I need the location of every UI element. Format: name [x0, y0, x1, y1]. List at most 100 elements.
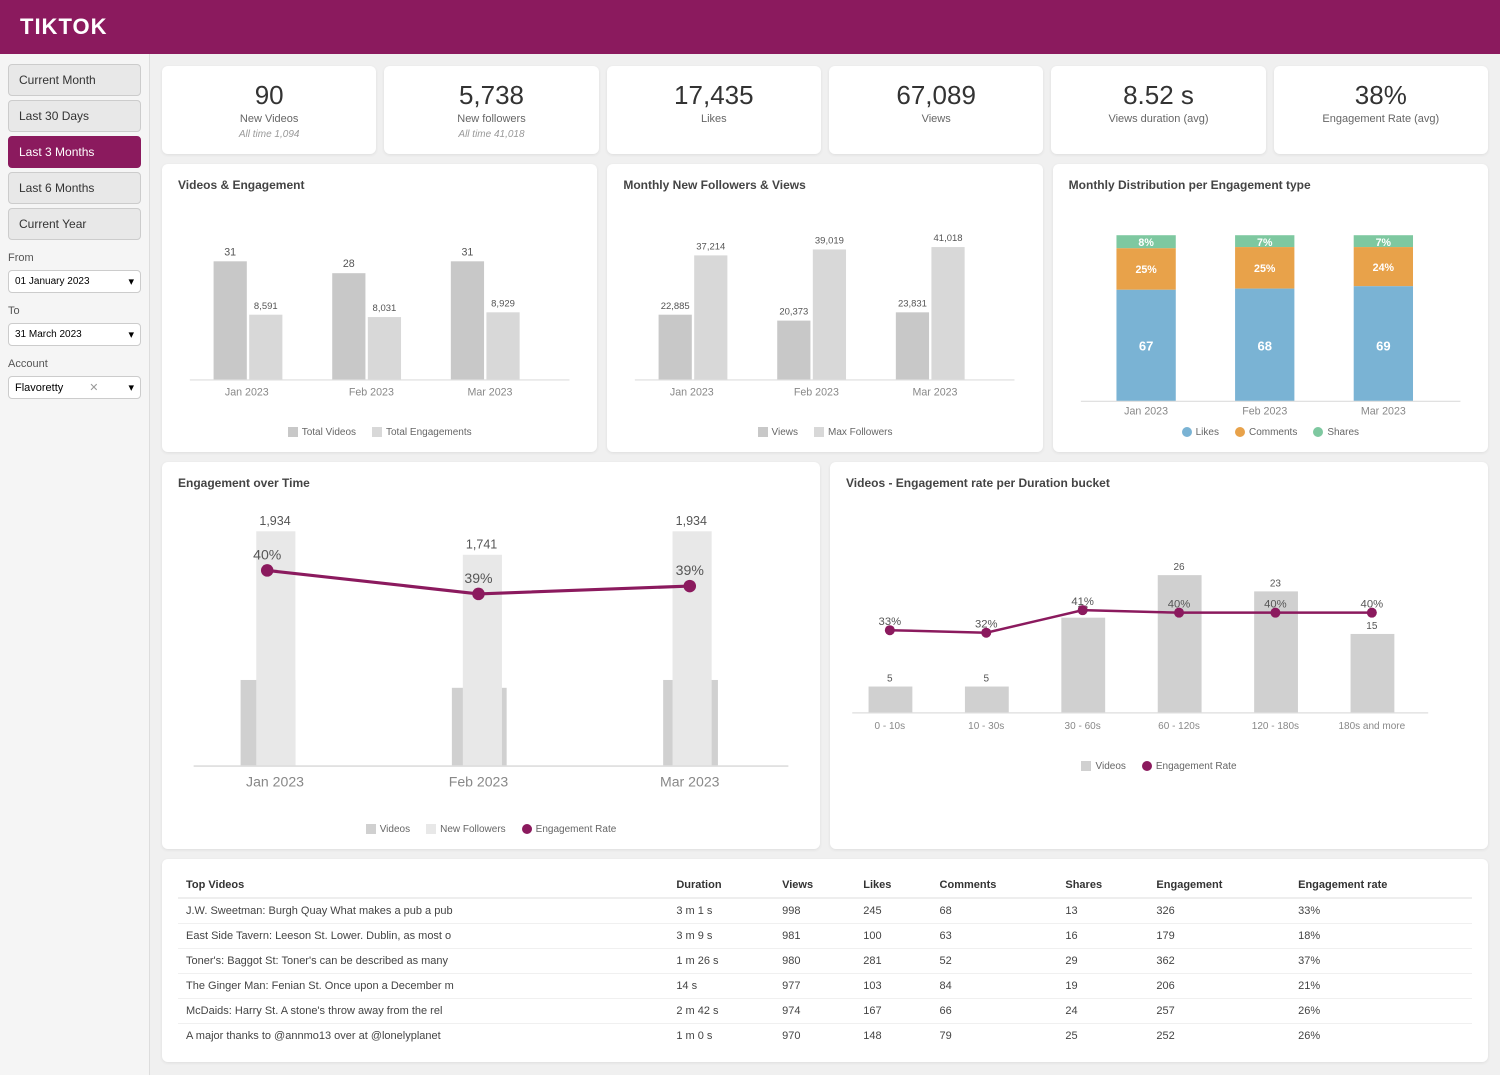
from-date-select[interactable]: 01 January 2023 ▾: [8, 270, 141, 293]
stat-label: New Videos: [174, 113, 364, 125]
filter-last-30-days[interactable]: Last 30 Days: [8, 100, 141, 132]
stat-label: Engagement Rate (avg): [1286, 113, 1476, 125]
svg-text:24%: 24%: [1372, 262, 1394, 274]
table-row: The Ginger Man: Fenian St. Once upon a D…: [178, 973, 1472, 998]
chart-title: Engagement over Time: [178, 476, 804, 490]
svg-text:Jan 2023: Jan 2023: [246, 773, 304, 789]
stat-new-videos: 90 New Videos All time 1,094: [162, 66, 376, 154]
svg-text:60 - 120s: 60 - 120s: [1158, 721, 1200, 732]
svg-text:39%: 39%: [464, 569, 493, 585]
col-header-engagement: Engagement: [1148, 873, 1290, 898]
engagement-over-time-chart: Engagement over Time 31 28 31 1,934 1,74…: [162, 462, 820, 849]
stat-value: 17,435: [619, 80, 809, 111]
svg-text:68: 68: [1257, 338, 1271, 353]
cell-engagement: 362: [1148, 948, 1290, 973]
cell-duration: 1 m 26 s: [668, 948, 774, 973]
svg-text:40%: 40%: [253, 546, 282, 562]
svg-text:33%: 33%: [879, 616, 902, 628]
svg-text:20,373: 20,373: [780, 307, 809, 318]
col-header-name: Top Videos: [178, 873, 668, 898]
cell-name: McDaids: Harry St. A stone's throw away …: [178, 998, 668, 1023]
legend-new-followers: New Followers: [440, 824, 506, 835]
main-content: 90 New Videos All time 1,094 5,738 New f…: [150, 54, 1500, 1075]
svg-text:67: 67: [1139, 338, 1154, 353]
stat-likes: 17,435 Likes: [607, 66, 821, 154]
legend-shares: Shares: [1327, 427, 1359, 438]
cell-rate: 33%: [1290, 898, 1472, 924]
stat-value: 38%: [1286, 80, 1476, 111]
svg-text:0 - 10s: 0 - 10s: [875, 721, 906, 732]
cell-duration: 3 m 1 s: [668, 898, 774, 924]
cell-rate: 37%: [1290, 948, 1472, 973]
svg-text:Jan 2023: Jan 2023: [670, 386, 714, 398]
svg-text:Mar 2023: Mar 2023: [1360, 405, 1405, 415]
chart-legend: Views Max Followers: [623, 427, 1026, 438]
account-label: Account: [8, 358, 141, 370]
monthly-distribution-svg: 8% 25% 67 7% 25% 68 7% 24%: [1069, 202, 1472, 416]
cell-name: J.W. Sweetman: Burgh Quay What makes a p…: [178, 898, 668, 924]
cell-name: East Side Tavern: Leeson St. Lower. Dubl…: [178, 923, 668, 948]
legend-views: Views: [772, 427, 799, 438]
svg-text:5: 5: [887, 673, 893, 684]
svg-text:180s and more: 180s and more: [1338, 721, 1405, 732]
cell-likes: 245: [855, 898, 931, 924]
cell-rate: 18%: [1290, 923, 1472, 948]
table-row: J.W. Sweetman: Burgh Quay What makes a p…: [178, 898, 1472, 924]
cell-views: 981: [774, 923, 855, 948]
cell-engagement: 252: [1148, 1023, 1290, 1048]
legend-total-engagements: Total Engagements: [386, 427, 472, 438]
table-row: Toner's: Baggot St: Toner's can be descr…: [178, 948, 1472, 973]
to-date-value: 31 March 2023: [15, 329, 128, 340]
app-title: TIKTOK: [20, 14, 107, 39]
col-header-views: Views: [774, 873, 855, 898]
to-date-select[interactable]: 31 March 2023 ▾: [8, 323, 141, 346]
svg-text:Feb 2023: Feb 2023: [794, 386, 839, 398]
stat-sub: All time 1,094: [174, 129, 364, 140]
svg-text:8%: 8%: [1138, 237, 1154, 249]
svg-text:1,934: 1,934: [259, 514, 290, 528]
cell-shares: 29: [1057, 948, 1148, 973]
svg-text:39,019: 39,019: [815, 236, 844, 247]
svg-text:41,018: 41,018: [934, 233, 963, 244]
cell-likes: 148: [855, 1023, 931, 1048]
svg-text:23,831: 23,831: [898, 298, 927, 309]
chart-legend: Videos New Followers Engagement Rate: [178, 824, 804, 835]
legend-videos: Videos: [380, 824, 410, 835]
svg-text:40%: 40%: [1168, 598, 1191, 610]
videos-engagement-svg: 31 8,591 28 8,031 31 8,929 Jan 2023 Feb …: [178, 202, 581, 416]
cell-comments: 68: [932, 898, 1058, 924]
filter-current-year[interactable]: Current Year: [8, 208, 141, 240]
filter-current-month[interactable]: Current Month: [8, 64, 141, 96]
cell-duration: 2 m 42 s: [668, 998, 774, 1023]
account-clear-icon[interactable]: ✕: [89, 381, 98, 394]
col-header-rate: Engagement rate: [1290, 873, 1472, 898]
filter-last-3-months[interactable]: Last 3 Months: [8, 136, 141, 168]
col-header-likes: Likes: [855, 873, 931, 898]
chart-legend: Videos Engagement Rate: [846, 761, 1472, 772]
stat-label: Views duration (avg): [1063, 113, 1253, 125]
cell-comments: 52: [932, 948, 1058, 973]
engagement-duration-svg: 5 5 18 26 23 15: [846, 500, 1472, 750]
chart-title: Videos & Engagement: [178, 178, 581, 192]
account-select[interactable]: Flavoretty ✕ ▾: [8, 376, 141, 399]
footer: Powered by CLICDATA: [162, 1072, 1488, 1075]
svg-text:31: 31: [224, 246, 236, 258]
stat-views-duration: 8.52 s Views duration (avg): [1051, 66, 1265, 154]
svg-text:5: 5: [983, 673, 989, 684]
svg-text:Feb 2023: Feb 2023: [349, 386, 394, 398]
monthly-followers-svg: 22,885 37,214 20,373 39,019 23,831 41,01…: [623, 202, 1026, 416]
cell-name: A major thanks to @annmo13 over at @lone…: [178, 1023, 668, 1048]
from-date-chevron-icon: ▾: [128, 275, 134, 288]
filter-last-6-months[interactable]: Last 6 Months: [8, 172, 141, 204]
stat-label: Likes: [619, 113, 809, 125]
cell-shares: 19: [1057, 973, 1148, 998]
cell-duration: 3 m 9 s: [668, 923, 774, 948]
chart-legend: Total Videos Total Engagements: [178, 427, 581, 438]
legend-engagement-rate: Engagement Rate: [536, 824, 617, 835]
stat-sub: All time 41,018: [396, 129, 586, 140]
cell-engagement: 257: [1148, 998, 1290, 1023]
stats-row: 90 New Videos All time 1,094 5,738 New f…: [162, 66, 1488, 154]
cell-shares: 16: [1057, 923, 1148, 948]
svg-text:26: 26: [1173, 562, 1185, 573]
svg-text:30 - 60s: 30 - 60s: [1065, 721, 1101, 732]
